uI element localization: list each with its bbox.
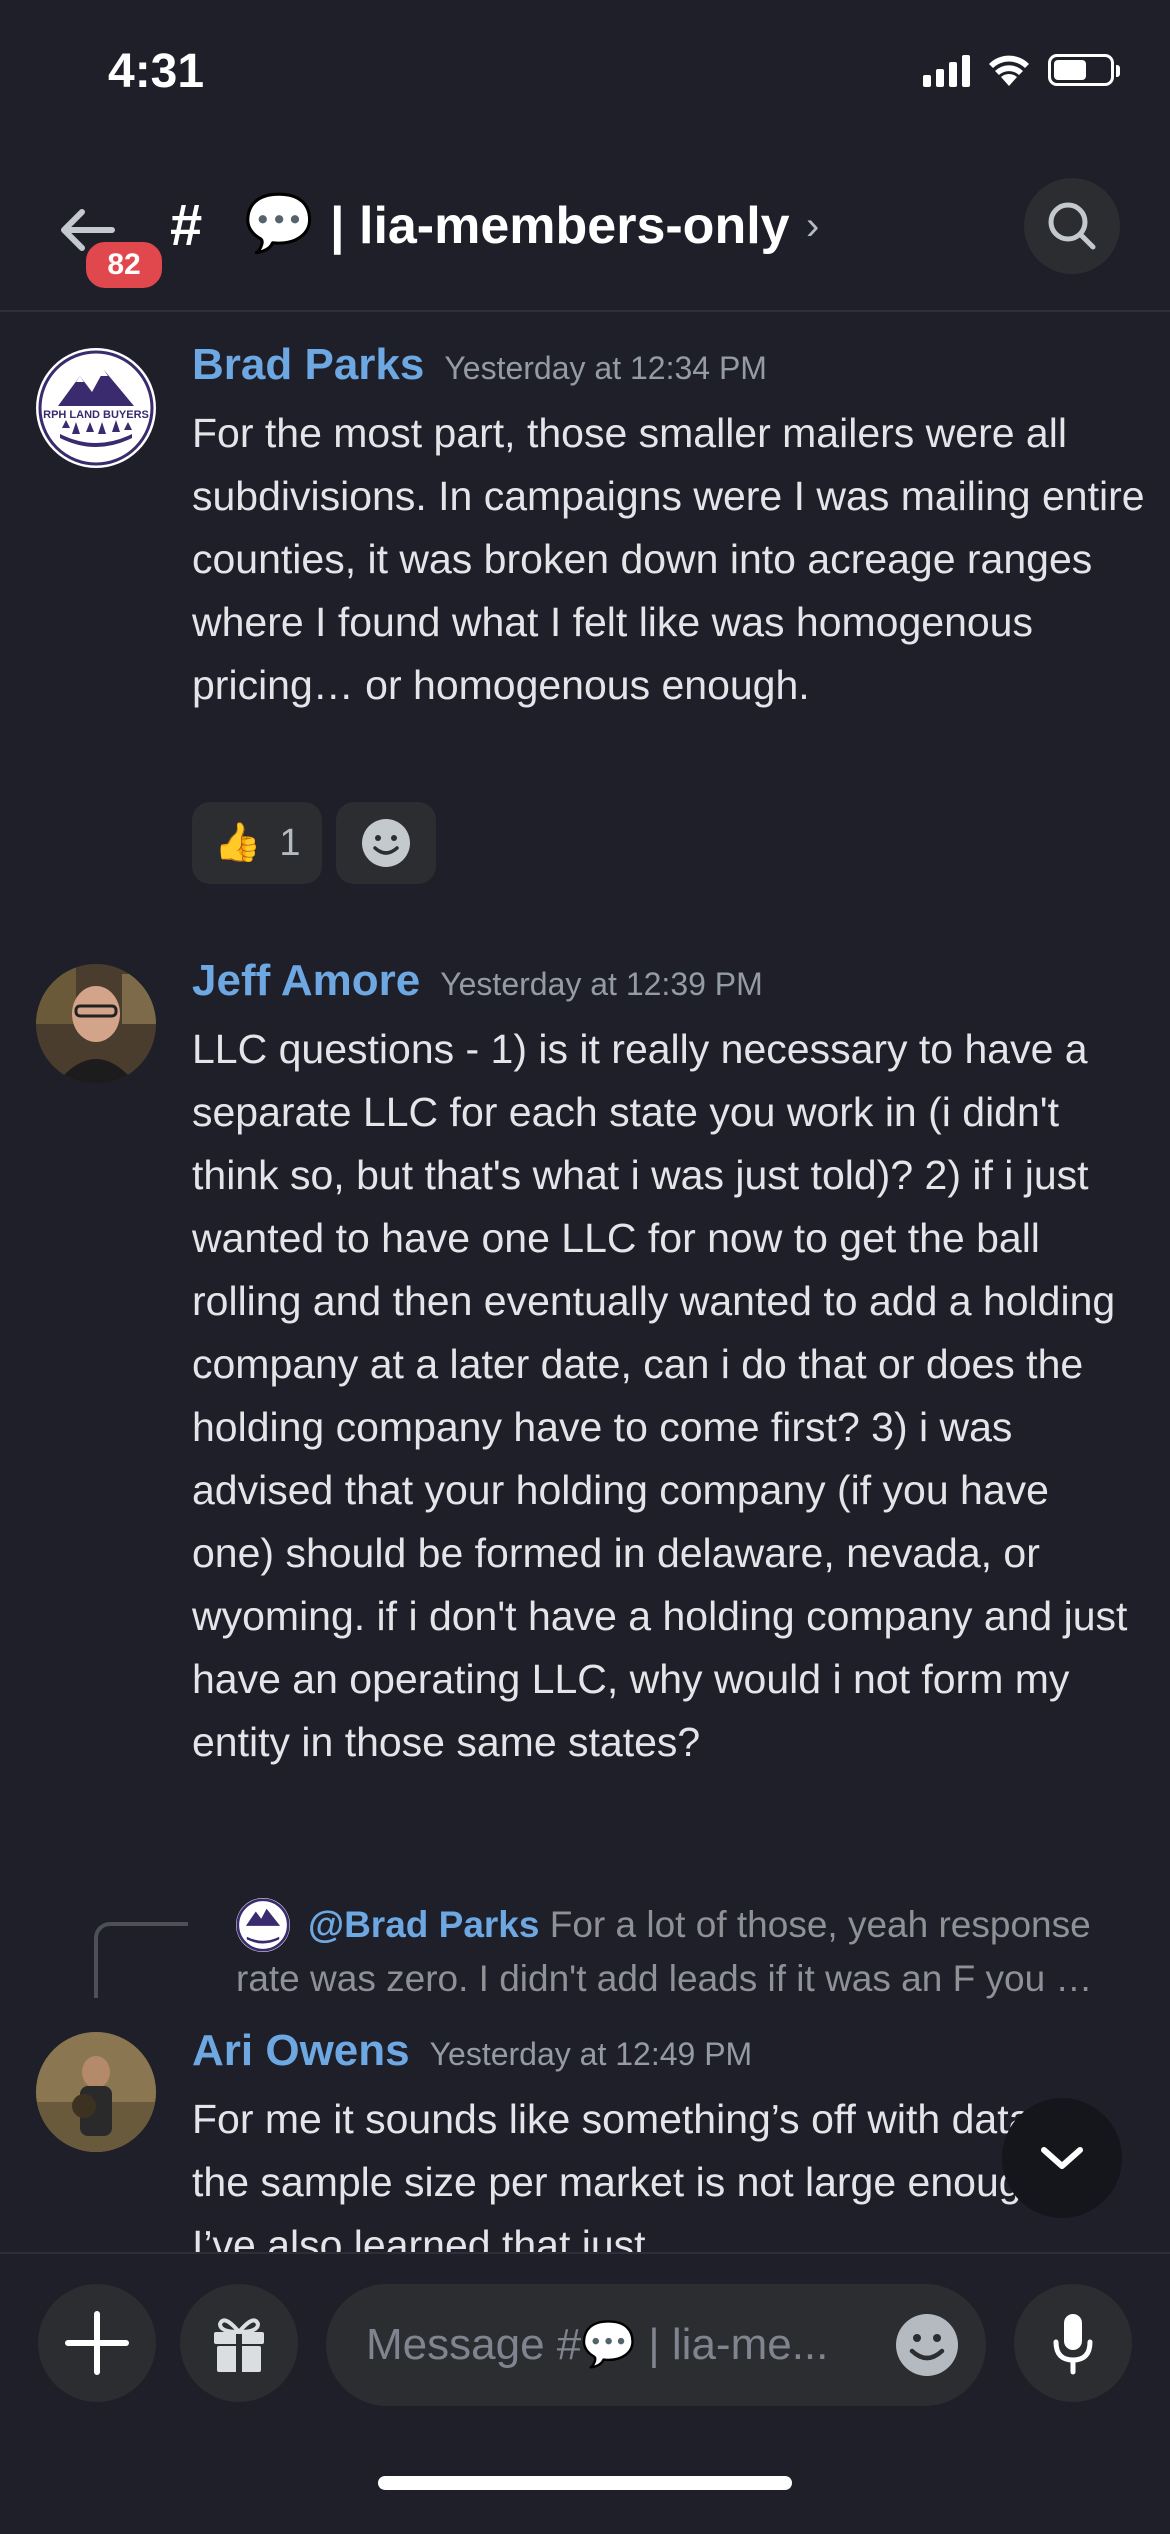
gift-icon xyxy=(214,2318,264,2372)
reaction-count: 1 xyxy=(279,821,301,864)
unread-badge: 82 xyxy=(82,238,166,292)
message-item[interactable]: RPH LAND BUYERS Brad Parks Yesterday at 1… xyxy=(0,340,1170,900)
plus-icon xyxy=(65,2311,129,2375)
add-attachment-button[interactable] xyxy=(38,2284,156,2402)
svg-text:RPH LAND BUYERS: RPH LAND BUYERS xyxy=(43,409,149,421)
jump-to-bottom-button[interactable] xyxy=(1002,2098,1122,2218)
status-bar: 4:31 xyxy=(0,0,1170,150)
emoji-picker-icon[interactable] xyxy=(894,2312,960,2378)
message-author[interactable]: Jeff Amore Yesterday at 12:39 PM xyxy=(192,956,763,1006)
message-text: LLC questions - 1) is it really necessar… xyxy=(192,1026,1128,1765)
cellular-signal-icon xyxy=(923,53,970,87)
rph-land-buyers-logo: RPH LAND BUYERS xyxy=(38,350,154,466)
message-text: For the most part, those smaller mailers… xyxy=(192,410,1145,708)
reply-mention[interactable]: @Brad Parks xyxy=(308,1904,539,1945)
message-composer: Message #💬 | lia-me... xyxy=(0,2252,1170,2534)
message-item[interactable]: Ari Owens Yesterday at 12:49 PM For me it… xyxy=(0,2026,1170,2252)
message-input-placeholder: Message #💬 | lia-me... xyxy=(366,2320,829,2369)
message-input[interactable]: Message #💬 | lia-me... xyxy=(326,2284,986,2406)
message-author[interactable]: Ari Owens Yesterday at 12:49 PM xyxy=(192,2026,752,2076)
status-icons xyxy=(923,52,1120,88)
message-timestamp: Yesterday at 12:34 PM xyxy=(444,350,767,386)
author-name[interactable]: Jeff Amore xyxy=(192,956,420,1005)
message-author[interactable]: Brad Parks Yesterday at 12:34 PM xyxy=(192,340,767,390)
avatar[interactable]: RPH LAND BUYERS xyxy=(36,348,156,468)
home-indicator[interactable] xyxy=(378,2476,792,2490)
status-time: 4:31 xyxy=(108,45,205,98)
voice-message-button[interactable] xyxy=(1014,2284,1132,2402)
smiley-add-icon xyxy=(362,819,411,867)
channel-header: 82 # 💬 | lia-members-only › xyxy=(0,160,1170,312)
battery-icon xyxy=(1048,54,1120,86)
reply-avatar xyxy=(236,1898,290,1952)
author-name[interactable]: Ari Owens xyxy=(192,2026,410,2075)
avatar[interactable] xyxy=(36,964,156,1084)
channel-hash-icon: # xyxy=(170,193,203,258)
add-reaction-button[interactable] xyxy=(336,802,437,884)
message-text: For me it sounds like something’s off wi… xyxy=(192,2096,1091,2252)
search-button[interactable] xyxy=(1024,178,1120,274)
chevron-right-icon[interactable]: › xyxy=(806,204,819,249)
chevron-down-icon xyxy=(1041,2147,1083,2169)
message-timestamp: Yesterday at 12:39 PM xyxy=(440,966,763,1002)
gift-button[interactable] xyxy=(180,2284,298,2402)
microphone-icon xyxy=(1053,2314,1093,2375)
search-icon xyxy=(1048,202,1096,250)
channel-name[interactable]: | lia-members-only xyxy=(330,196,790,256)
reaction-thumbs-up[interactable]: 👍 1 xyxy=(192,802,323,884)
reply-preview[interactable]: @Brad Parks For a lot of those, yeah res… xyxy=(236,1898,1136,2006)
user-photo xyxy=(36,2032,156,2152)
user-photo xyxy=(36,964,156,1084)
author-name[interactable]: Brad Parks xyxy=(192,340,424,389)
avatar[interactable] xyxy=(36,2032,156,2152)
thumbs-up-emoji: 👍 xyxy=(214,822,262,864)
message-item[interactable]: Jeff Amore Yesterday at 12:39 PM LLC ques… xyxy=(0,956,1170,1856)
message-timestamp: Yesterday at 12:49 PM xyxy=(429,2036,753,2072)
reaction-bar: 👍 1 xyxy=(192,802,437,884)
reply-connector xyxy=(94,1922,188,1998)
wifi-icon xyxy=(989,55,1029,86)
channel-emoji: 💬 xyxy=(244,191,314,254)
